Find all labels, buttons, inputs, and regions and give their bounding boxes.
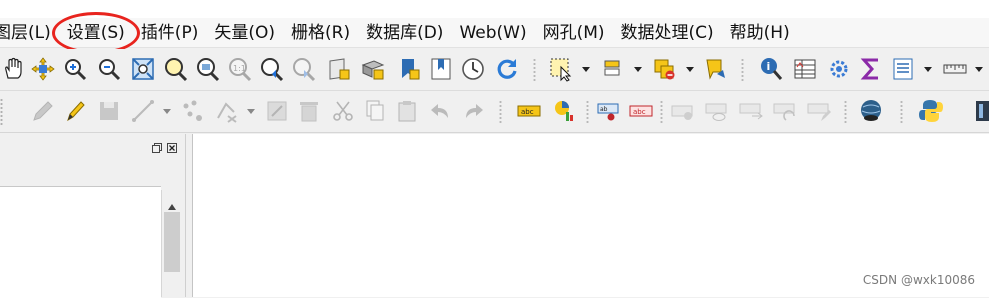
layer-tree[interactable] xyxy=(0,186,161,298)
scroll-thumb[interactable] xyxy=(164,212,180,272)
menu-layer[interactable]: 图层(L) xyxy=(0,18,59,48)
zoom-next-icon[interactable] xyxy=(290,56,316,82)
statistics-sigma-icon[interactable] xyxy=(858,56,884,82)
measure-icon[interactable] xyxy=(942,56,968,82)
select-location-icon[interactable] xyxy=(703,56,729,82)
menu-web[interactable]: Web(W) xyxy=(451,18,534,48)
svg-text:ab: ab xyxy=(600,106,608,113)
select-features-icon[interactable] xyxy=(548,56,574,82)
toolbar-separator xyxy=(844,100,847,124)
zoom-to-layer-icon[interactable] xyxy=(194,56,220,82)
float-panel-icon[interactable] xyxy=(152,138,162,153)
refresh-icon[interactable] xyxy=(494,56,520,82)
window-top-strip xyxy=(0,0,989,18)
field-calculator-icon[interactable] xyxy=(890,56,916,82)
move-label-icon[interactable] xyxy=(738,98,764,124)
attribute-table-icon[interactable] xyxy=(792,56,818,82)
menu-mesh[interactable]: 网孔(M) xyxy=(535,18,613,48)
zoom-out-icon[interactable] xyxy=(96,56,122,82)
chevron-down-icon[interactable] xyxy=(581,64,591,74)
toolbar-separator xyxy=(660,100,663,124)
zoom-to-selection-icon[interactable] xyxy=(162,56,188,82)
watermark: CSDN @wxk10086 xyxy=(862,273,975,287)
rotate-label-icon[interactable] xyxy=(772,98,798,124)
trash-icon[interactable] xyxy=(296,98,322,124)
new-3d-view-icon[interactable] xyxy=(360,56,386,82)
toolbar-separator xyxy=(741,58,744,82)
add-line-icon[interactable] xyxy=(130,98,156,124)
pan-to-selection-icon[interactable] xyxy=(30,56,56,82)
editing-toolbar: abc ab abc xyxy=(0,91,989,133)
paste-icon[interactable] xyxy=(394,98,420,124)
new-bookmark-icon[interactable] xyxy=(396,56,422,82)
zoom-last-icon[interactable] xyxy=(258,56,284,82)
copy-icon[interactable] xyxy=(362,98,388,124)
menu-processing[interactable]: 数据处理(C) xyxy=(613,18,722,48)
zoom-full-icon[interactable] xyxy=(130,56,156,82)
menu-help[interactable]: 帮助(H) xyxy=(722,18,798,48)
svg-text:i: i xyxy=(767,60,771,73)
field-editor-icon[interactable] xyxy=(264,98,290,124)
preview-label-icon[interactable] xyxy=(704,98,730,124)
identify-icon[interactable]: i xyxy=(758,56,784,82)
menu-raster[interactable]: 栅格(R) xyxy=(283,18,358,48)
change-label-icon[interactable] xyxy=(806,98,832,124)
select-by-value-icon[interactable] xyxy=(600,56,626,82)
chevron-down-icon[interactable] xyxy=(685,64,695,74)
pan-icon[interactable] xyxy=(0,56,26,82)
save-edits-icon[interactable] xyxy=(96,98,122,124)
chevron-down-icon[interactable] xyxy=(162,106,172,116)
svg-text:1:1: 1:1 xyxy=(233,64,246,73)
svg-text:abc: abc xyxy=(521,108,534,116)
toggle-editing-icon[interactable] xyxy=(62,98,88,124)
map-navigation-toolbar: 1:1 i xyxy=(0,49,989,91)
toolbar-separator xyxy=(533,58,536,82)
undo-icon[interactable] xyxy=(428,98,454,124)
toolbar-separator xyxy=(900,100,903,124)
show-hide-labels-icon[interactable] xyxy=(670,98,696,124)
menu-plugins[interactable]: 插件(P) xyxy=(133,18,207,48)
svg-text:abc: abc xyxy=(633,108,646,116)
chevron-down-icon[interactable] xyxy=(923,64,933,74)
new-map-view-icon[interactable] xyxy=(326,56,352,82)
zoom-native-icon[interactable]: 1:1 xyxy=(226,56,252,82)
vertical-scrollbar[interactable] xyxy=(161,190,182,297)
layers-panel xyxy=(0,134,186,298)
show-bookmarks-icon[interactable] xyxy=(428,56,454,82)
toolbar-overflow-icon[interactable] xyxy=(968,98,989,124)
cut-icon[interactable] xyxy=(330,98,356,124)
menu-database[interactable]: 数据库(D) xyxy=(358,18,451,48)
python-console-icon[interactable] xyxy=(918,98,944,124)
pin-label-icon[interactable]: ab xyxy=(596,98,622,124)
globe-plugin-icon[interactable] xyxy=(858,98,884,124)
processing-toolbox-icon[interactable] xyxy=(826,56,852,82)
close-panel-icon[interactable] xyxy=(167,138,177,153)
toolbar-separator xyxy=(499,100,502,124)
temporal-controller-icon[interactable] xyxy=(460,56,486,82)
toolbar-separator xyxy=(586,100,589,124)
scroll-up-icon[interactable] xyxy=(167,196,177,210)
redo-icon[interactable] xyxy=(460,98,486,124)
vertex-tool-icon[interactable] xyxy=(180,98,206,124)
label-abc-icon[interactable]: abc xyxy=(516,98,542,124)
chevron-down-icon[interactable] xyxy=(246,106,256,116)
toolbar-handle[interactable] xyxy=(0,98,3,126)
chevron-down-icon[interactable] xyxy=(633,64,643,74)
diagram-icon[interactable] xyxy=(552,98,578,124)
delete-selected-icon[interactable] xyxy=(214,98,240,124)
zoom-in-icon[interactable] xyxy=(62,56,88,82)
chevron-down-icon[interactable] xyxy=(974,64,984,74)
menu-bar: 图层(L) 设置(S) 插件(P) 矢量(O) 栅格(R) 数据库(D) Web… xyxy=(0,11,989,54)
menu-vector[interactable]: 矢量(O) xyxy=(206,18,283,48)
menu-settings[interactable]: 设置(S) xyxy=(51,11,140,54)
digitize-icon[interactable] xyxy=(30,98,56,124)
deselect-icon[interactable] xyxy=(652,56,678,82)
highlight-pinned-icon[interactable]: abc xyxy=(628,98,654,124)
